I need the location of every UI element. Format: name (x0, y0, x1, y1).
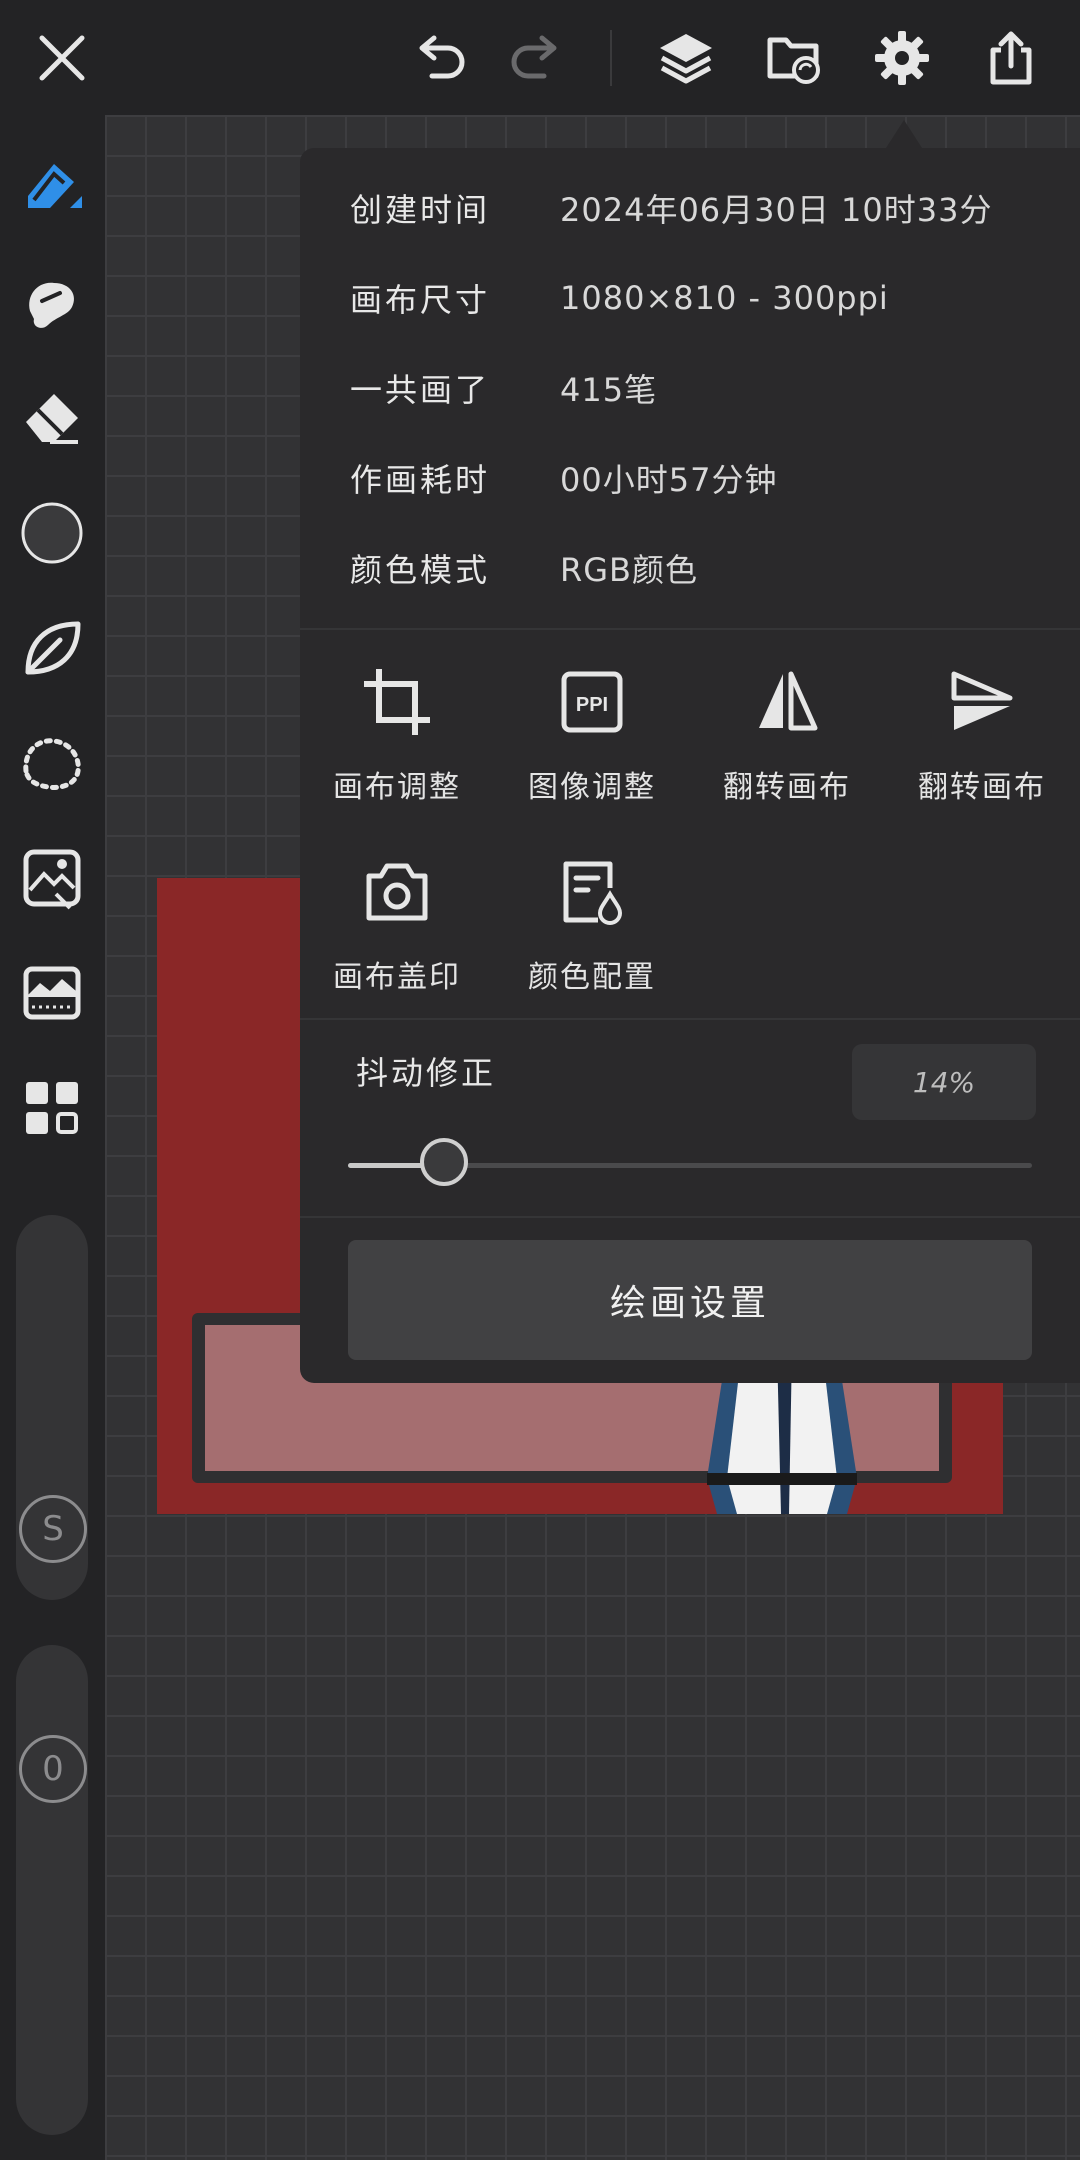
flip-vertical-icon (946, 666, 1018, 738)
flip-horizontal-button[interactable]: 翻转画布 (687, 666, 887, 816)
brush-opacity-slider[interactable]: 0 (16, 1645, 88, 2135)
lasso-icon[interactable] (14, 725, 90, 801)
redo-icon[interactable] (500, 22, 572, 94)
layers-icon[interactable] (650, 22, 722, 94)
size-marker: S (19, 1495, 87, 1563)
action-label: 翻转画布 (918, 770, 1046, 805)
info-row-strokes: 一共画了 415笔 (350, 358, 657, 418)
ppi-icon: PPI (556, 666, 628, 738)
share-icon[interactable] (975, 22, 1047, 94)
crop-icon (361, 666, 433, 738)
smudge-icon[interactable] (14, 265, 90, 341)
color-profile-icon (556, 856, 628, 928)
pen-icon[interactable] (14, 150, 90, 226)
flip-horizontal-icon (751, 666, 823, 738)
info-value: 1080×810 - 300ppi (560, 279, 889, 317)
gear-icon[interactable] (866, 22, 938, 94)
info-label: 作画耗时 (350, 461, 491, 499)
action-label: 颜色配置 (528, 960, 656, 995)
opacity-marker: 0 (19, 1735, 87, 1803)
image-adjust-button[interactable]: PPI 图像调整 (492, 666, 692, 816)
stabilizer-label: 抖动修正 (356, 1054, 497, 1092)
undo-icon[interactable] (404, 22, 476, 94)
action-label: 翻转画布 (723, 770, 851, 805)
info-label: 画布尺寸 (350, 281, 491, 319)
grid-icon[interactable] (14, 1070, 90, 1146)
info-row-time-spent: 作画耗时 00小时57分钟 (350, 448, 777, 508)
divider (300, 1216, 1080, 1218)
image-import-icon[interactable] (14, 840, 90, 916)
close-icon[interactable] (26, 22, 98, 94)
info-row-canvas-size: 画布尺寸 1080×810 - 300ppi (350, 268, 889, 328)
leaf-icon[interactable] (14, 610, 90, 686)
color-swatch[interactable] (14, 495, 90, 571)
info-label: 颜色模式 (350, 551, 491, 589)
folder-sync-icon[interactable] (758, 22, 830, 94)
info-value: 2024年06月30日 10时33分 (560, 191, 993, 229)
divider (300, 628, 1080, 630)
info-row-color-mode: 颜色模式 RGB颜色 (350, 538, 698, 598)
left-toolbar: S 0 (0, 115, 105, 2160)
stabilizer-slider-knob[interactable] (419, 1138, 468, 1186)
info-value: 00小时57分钟 (560, 461, 778, 499)
info-row-created: 创建时间 2024年06月30日 10时33分 (350, 178, 993, 238)
info-value: RGB颜色 (560, 551, 698, 589)
toolbar-divider (610, 30, 612, 86)
canvas-stamp-button[interactable]: 画布盖印 (297, 856, 497, 1006)
ppi-icon-text: PPI (576, 694, 608, 716)
action-label: 画布调整 (333, 770, 461, 805)
canvas-adjust-button[interactable]: 画布调整 (297, 666, 497, 816)
camera-icon (361, 856, 433, 928)
divider (300, 1018, 1080, 1020)
info-value: 415笔 (560, 371, 658, 409)
action-label: 图像调整 (528, 770, 656, 805)
info-label: 一共画了 (350, 371, 491, 409)
brush-size-slider[interactable]: S (16, 1215, 88, 1600)
adjust-image-icon[interactable] (14, 955, 90, 1031)
popover-pointer (886, 120, 922, 148)
action-label: 画布盖印 (333, 960, 461, 995)
info-label: 创建时间 (350, 191, 491, 229)
stabilizer-slider[interactable] (348, 1138, 1032, 1186)
color-profile-button[interactable]: 颜色配置 (492, 856, 692, 1006)
canvas-settings-panel: 创建时间 2024年06月30日 10时33分 画布尺寸 1080×810 - … (300, 148, 1080, 1383)
top-toolbar (0, 0, 1080, 115)
flip-vertical-button[interactable]: 翻转画布 (882, 666, 1080, 816)
eraser-icon[interactable] (14, 380, 90, 456)
stabilizer-value[interactable]: 14% (852, 1044, 1036, 1120)
paint-settings-button[interactable]: 绘画设置 (348, 1240, 1032, 1360)
